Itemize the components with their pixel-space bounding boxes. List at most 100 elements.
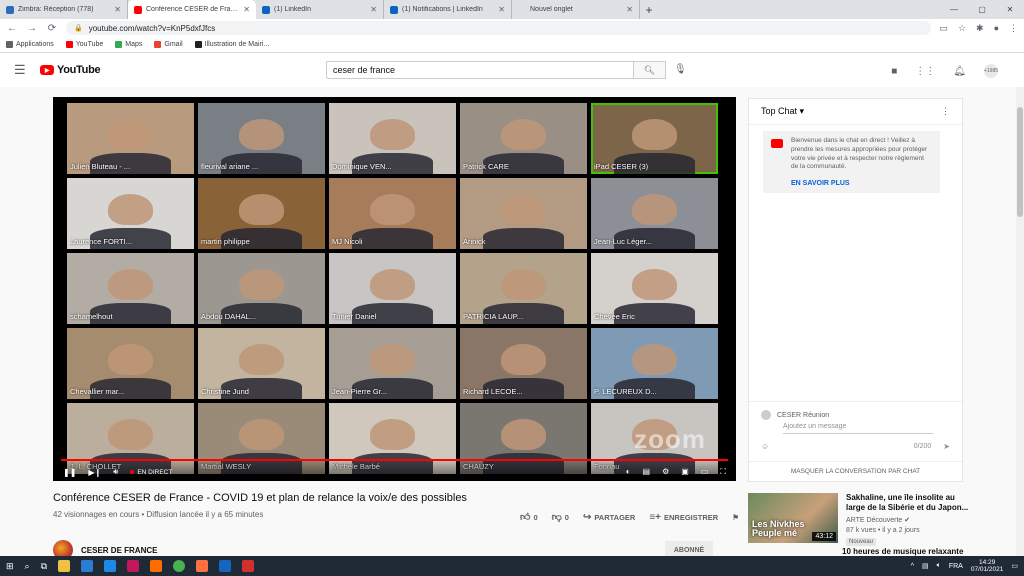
emoji-icon[interactable]: ☺ xyxy=(761,442,769,451)
address-bar-row: ← → ⟳ 🔒 youtube.com/watch?v=KnP5dxfJfcs … xyxy=(0,19,1024,37)
chrome-icon[interactable] xyxy=(173,560,186,572)
participant-name: Chevallier mar... xyxy=(70,387,125,396)
recommended-channel-name: ARTE Découverte xyxy=(846,517,903,524)
fullscreen-icon[interactable]: ⛶ xyxy=(720,467,726,477)
browser-tab[interactable]: (1) Notifications | LinkedIn ✕ xyxy=(384,0,512,19)
theater-mode-icon[interactable]: ▭ xyxy=(701,467,709,477)
microphone-icon[interactable]: 🎙︎ xyxy=(674,64,687,75)
bookmark-item[interactable]: Gmail xyxy=(154,41,183,48)
new-tab-button[interactable]: + xyxy=(640,0,658,19)
bookmark-item[interactable]: Applications xyxy=(6,41,54,48)
back-icon[interactable]: ← xyxy=(6,23,18,34)
learn-more-link[interactable]: EN SAVOIR PLUS xyxy=(791,180,932,187)
bookmark-label: Maps xyxy=(125,41,143,48)
recommended-title-next[interactable]: 10 heures de musique relaxante xyxy=(842,547,963,556)
chat-more-icon[interactable]: ⋮ xyxy=(941,106,950,117)
maximize-icon[interactable]: ▢ xyxy=(968,0,996,19)
chat-user-name: CESER Réunion xyxy=(777,411,830,419)
star-icon[interactable]: ☆ xyxy=(958,23,966,34)
account-avatar[interactable]: +1985 xyxy=(984,64,998,78)
edge-icon[interactable] xyxy=(81,560,94,572)
extensions-icon[interactable]: ✱ xyxy=(976,23,984,34)
bookmark-favicon-icon xyxy=(154,41,162,48)
save-label: ENREGISTRER xyxy=(664,512,719,522)
browser-tab[interactable]: (1) LinkedIn ✕ xyxy=(256,0,384,19)
browser-tab[interactable]: Zimbra: Réception (778) ✕ xyxy=(0,0,128,19)
close-icon[interactable]: ✕ xyxy=(996,0,1024,19)
acrobat-icon[interactable] xyxy=(242,560,255,572)
participant-face xyxy=(107,268,154,300)
participant-tile: Jean-Luc Léger... xyxy=(591,178,718,249)
tab-favicon-icon xyxy=(390,5,398,14)
clock[interactable]: 14:29 07/01/2021 xyxy=(971,559,1004,573)
tab-close-icon[interactable]: ✕ xyxy=(626,5,633,14)
cast-icon[interactable]: ▭ xyxy=(939,23,948,34)
volume-icon[interactable]: 🔊︎ xyxy=(113,467,118,477)
participant-tile: schamelhout xyxy=(67,253,194,324)
app-icon[interactable] xyxy=(150,560,163,572)
language-indicator[interactable]: FRA xyxy=(949,563,963,570)
page-scrollbar[interactable] xyxy=(1016,87,1024,556)
send-icon[interactable]: ➤ xyxy=(943,442,950,451)
participant-name: iPad CESER (3) xyxy=(594,162,649,171)
search-icon[interactable]: ⌕ xyxy=(25,561,30,572)
settings-gear-icon[interactable]: ⚙ xyxy=(662,467,669,477)
url-field[interactable]: 🔒 youtube.com/watch?v=KnP5dxfJfcs xyxy=(66,21,932,35)
progress-bar[interactable] xyxy=(61,459,728,461)
network-icon[interactable]: ▤ xyxy=(922,562,929,570)
like-button[interactable]: 👍︎ 0 xyxy=(520,511,538,523)
hamburger-menu-icon[interactable]: ☰ xyxy=(14,62,34,78)
tab-close-icon[interactable]: ✕ xyxy=(370,5,377,14)
participant-body xyxy=(351,227,434,249)
bookmark-item[interactable]: Illustration de Mairi... xyxy=(194,41,269,48)
notifications-bell-icon[interactable]: 🔔︎ xyxy=(953,66,966,77)
apps-grid-icon[interactable]: ⋮⋮ xyxy=(915,66,935,77)
menu-icon[interactable]: ⋮ xyxy=(1009,23,1018,34)
file-explorer-icon[interactable] xyxy=(58,560,71,572)
scrollbar-thumb[interactable] xyxy=(1017,107,1023,217)
recommended-title[interactable]: Sakhaline, une île insolite au large de … xyxy=(846,493,976,513)
notifications-icon[interactable]: ▭ xyxy=(1011,562,1018,570)
save-button[interactable]: ≡+ ENREGISTRER xyxy=(649,512,718,523)
task-view-icon[interactable]: ⧉ xyxy=(41,561,47,572)
live-indicator[interactable]: EN DIRECT xyxy=(130,469,172,476)
miniplayer-icon[interactable]: ▣ xyxy=(681,467,689,477)
pause-icon[interactable]: ❚❚ xyxy=(63,468,76,477)
report-flag-icon[interactable]: ⚑ xyxy=(732,513,739,522)
participant-face xyxy=(631,268,678,300)
search-button[interactable]: 🔍︎ xyxy=(634,61,666,79)
video-thumbnail[interactable]: Les Nivkhes Peuple mé 43:12 xyxy=(748,493,838,543)
create-video-icon[interactable]: ■ xyxy=(891,66,897,77)
youtube-logo[interactable]: ▶ YouTube xyxy=(40,64,101,76)
windows-start-icon[interactable]: ⊞ xyxy=(6,561,14,572)
minimize-icon[interactable]: — xyxy=(940,0,968,19)
tray-chevron-icon[interactable]: ^ xyxy=(911,563,914,570)
channel-name[interactable]: CESER DE FRANCE xyxy=(81,546,157,555)
share-button[interactable]: ↪ PARTAGER xyxy=(583,512,635,523)
bookmark-item[interactable]: Maps xyxy=(115,41,142,48)
tab-close-icon[interactable]: ✕ xyxy=(114,5,121,14)
hide-chat-button[interactable]: MASQUER LA CONVERSATION PAR CHAT xyxy=(749,461,962,481)
video-player[interactable]: Julien Bluteau - ... fleurival ariane ...… xyxy=(53,97,736,481)
subtitles-icon[interactable]: ▤ xyxy=(643,467,651,477)
tab-close-icon[interactable]: ✕ xyxy=(243,5,250,14)
browser-tab[interactable]: Conférence CESER de France ✕ xyxy=(128,0,256,19)
reload-icon[interactable]: ⟳ xyxy=(46,23,58,34)
browser-tab[interactable]: Nouvel onglet ✕ xyxy=(512,0,640,19)
profile-icon[interactable]: ● xyxy=(994,23,999,34)
next-icon[interactable]: ▶❙ xyxy=(88,468,101,477)
firefox-icon[interactable] xyxy=(196,560,209,572)
chat-message-input[interactable]: Ajoutez un message xyxy=(783,423,933,434)
bookmark-item[interactable]: YouTube xyxy=(65,41,103,48)
word-icon[interactable] xyxy=(219,560,232,572)
autoplay-toggle-icon[interactable]: ◐ xyxy=(626,467,631,477)
forward-icon[interactable]: → xyxy=(26,23,38,34)
chat-mode-dropdown[interactable]: Top Chat ▾ xyxy=(761,106,804,117)
dislike-button[interactable]: 👎︎ 0 xyxy=(552,511,569,523)
app-icon[interactable] xyxy=(104,560,117,572)
search-input[interactable]: ceser de france xyxy=(326,61,634,79)
speaker-icon[interactable]: 🔈︎ xyxy=(937,562,941,570)
recommended-video[interactable]: Les Nivkhes Peuple mé 43:12 Sakhaline, u… xyxy=(748,493,976,546)
indesign-icon[interactable] xyxy=(127,560,140,572)
tab-close-icon[interactable]: ✕ xyxy=(498,5,505,14)
